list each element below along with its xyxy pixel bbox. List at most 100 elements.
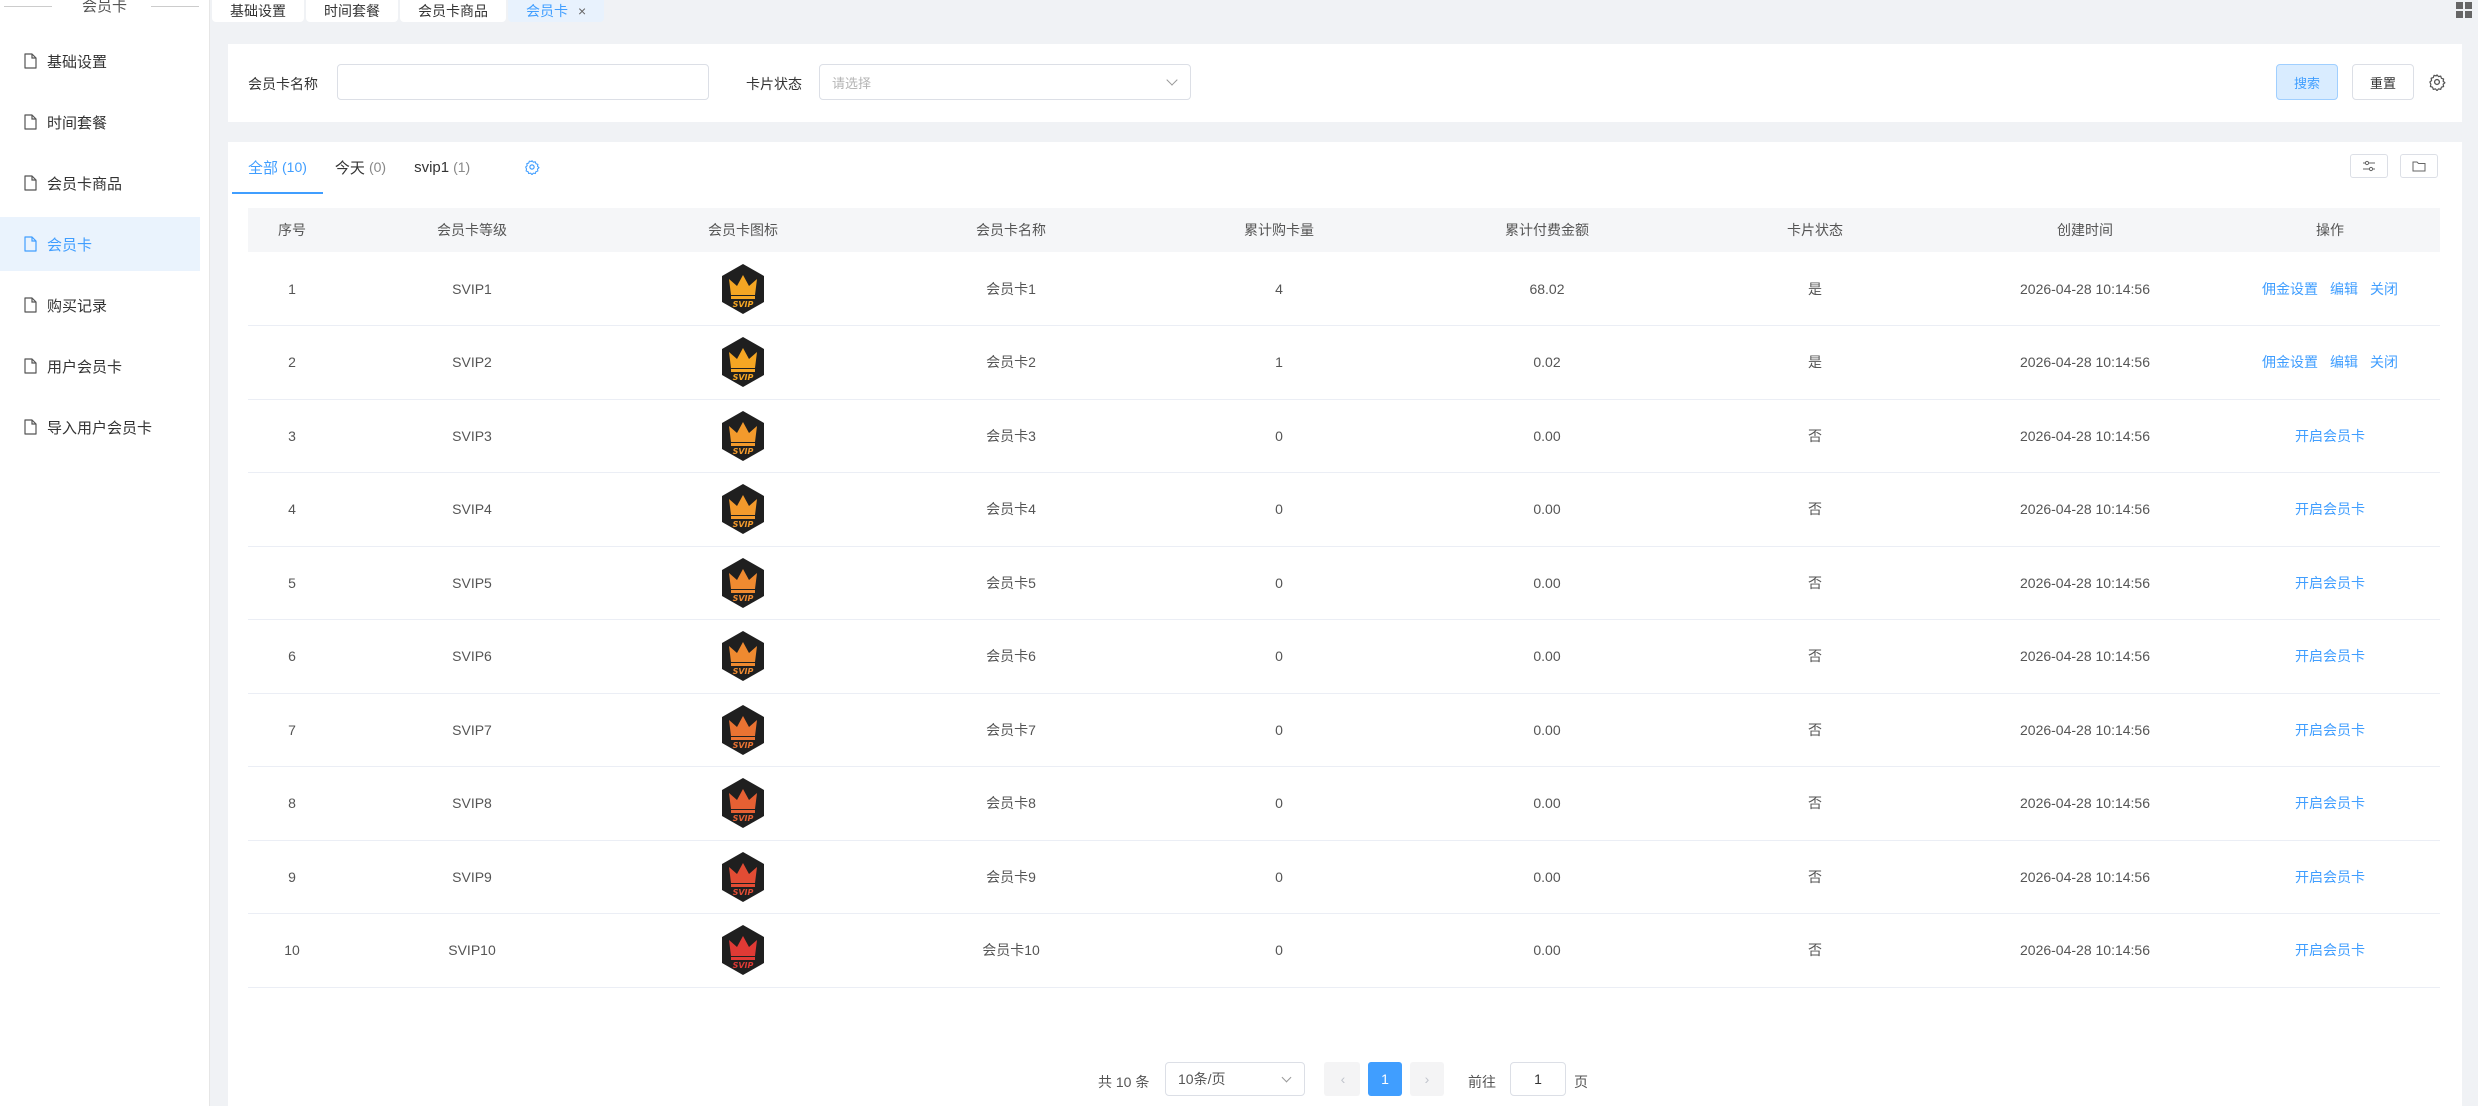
sidebar-item[interactable]: 会员卡商品	[0, 156, 200, 210]
table-row: 10 SVIP10 SVIP 会员卡10 0 0.00 否 2026-04-28 10:14:…	[248, 914, 2440, 987]
svip-crown-icon: SVIP	[718, 631, 768, 682]
svg-text:SVIP: SVIP	[733, 300, 754, 309]
cell-name: 会员卡5	[986, 574, 1036, 591]
document-icon	[24, 358, 37, 374]
column-settings-button[interactable]	[2350, 154, 2388, 178]
filter-tab[interactable]: svip1 (1)	[414, 142, 470, 192]
table-row: 6 SVIP6 SVIP 会员卡6 0 0.00 否 2026-04-28 10:14:56 开…	[248, 620, 2440, 694]
action-link[interactable]: 佣金设置	[2262, 354, 2318, 370]
cell-status: 否	[1808, 942, 1822, 959]
sidebar-item-label: 时间套餐	[47, 114, 108, 132]
filter-tab[interactable]: 全部 (10)	[232, 142, 323, 194]
column-header: 会员卡名称	[976, 222, 1046, 238]
column-header: 累计购卡量	[1244, 222, 1314, 238]
filter-tab-label: 今天	[334, 159, 365, 177]
action-link[interactable]: 开启会员卡	[2295, 428, 2365, 444]
cell-actions: 开启会员卡	[2220, 620, 2440, 694]
grid-icon[interactable]	[2456, 2, 2472, 18]
tab-label: 会员卡	[526, 3, 568, 19]
action-link[interactable]: 编辑	[2330, 281, 2358, 297]
sidebar-item[interactable]: 时间套餐	[0, 95, 200, 149]
cell-amount: 0.00	[1533, 721, 1561, 738]
action-link[interactable]: 开启会员卡	[2295, 575, 2365, 591]
sidebar-item-label: 购买记录	[47, 297, 108, 315]
tab[interactable]: 会员卡商品	[400, 0, 506, 22]
cell-index: 5	[288, 574, 296, 591]
next-page-button[interactable]: ›	[1410, 1062, 1444, 1096]
reset-button[interactable]: 重置	[2352, 64, 2414, 100]
gear-icon[interactable]	[2428, 73, 2446, 91]
action-link[interactable]: 关闭	[2370, 281, 2398, 297]
cell-status: 否	[1808, 501, 1822, 518]
svip-crown-icon: SVIP	[718, 778, 768, 829]
cell-actions: 开启会员卡	[2220, 399, 2440, 473]
cell-amount: 0.00	[1533, 868, 1561, 885]
search-button[interactable]: 搜索	[2276, 64, 2338, 100]
sidebar-item-label: 用户会员卡	[47, 358, 123, 376]
cell-amount: 0.00	[1533, 795, 1561, 812]
filter-settings-gear-icon[interactable]	[524, 159, 540, 175]
pagination-total: 共 10 条	[1098, 1074, 1150, 1090]
cell-level: SVIP2	[452, 354, 492, 371]
action-link[interactable]: 开启会员卡	[2295, 722, 2365, 738]
table-panel: 全部 (10) 今天 (0) svip1 (1) 序号 会员卡等级 会员卡图标 会员卡名称 累计购…	[228, 142, 2462, 1106]
export-button[interactable]	[2400, 154, 2438, 178]
cell-level: SVIP4	[452, 501, 492, 518]
sidebar-item-label: 会员卡	[47, 236, 93, 254]
cell-index: 8	[288, 795, 296, 812]
cell-status: 否	[1808, 721, 1822, 738]
action-link[interactable]: 开启会员卡	[2295, 501, 2365, 517]
cell-name: 会员卡7	[986, 721, 1036, 738]
cell-index: 1	[288, 280, 296, 297]
action-link[interactable]: 开启会员卡	[2295, 942, 2365, 958]
action-link[interactable]: 开启会员卡	[2295, 648, 2365, 664]
chevron-down-icon	[1166, 74, 1178, 86]
svg-text:SVIP: SVIP	[733, 888, 754, 897]
goto-page-input[interactable]	[1510, 1062, 1566, 1096]
cell-status: 否	[1808, 868, 1822, 885]
cell-index: 9	[288, 868, 296, 885]
page-number-current[interactable]: 1	[1368, 1062, 1402, 1096]
sidebar-item[interactable]: 购买记录	[0, 278, 200, 332]
cell-count: 0	[1275, 868, 1283, 885]
svip-crown-icon: SVIP	[718, 484, 768, 535]
tab[interactable]: 基础设置	[212, 0, 304, 22]
card-status-select[interactable]: 请选择	[819, 64, 1191, 100]
action-link[interactable]: 关闭	[2370, 354, 2398, 370]
chevron-down-icon	[1281, 1072, 1292, 1083]
cell-created: 2026-04-28 10:14:56	[2020, 868, 2150, 885]
cell-amount: 0.00	[1533, 574, 1561, 591]
cell-name: 会员卡3	[986, 427, 1036, 444]
cell-index: 3	[288, 427, 296, 444]
action-link[interactable]: 佣金设置	[2262, 281, 2318, 297]
close-icon[interactable]: ×	[578, 3, 586, 19]
filter-tab-count: (1)	[453, 159, 471, 175]
sidebar-item[interactable]: 导入用户会员卡	[0, 400, 200, 454]
action-link[interactable]: 开启会员卡	[2295, 795, 2365, 811]
page-size-select[interactable]: 10条/页	[1165, 1062, 1305, 1096]
sidebar-item[interactable]: 用户会员卡	[0, 339, 200, 393]
card-name-input[interactable]	[337, 64, 709, 100]
sidebar-item[interactable]: 会员卡	[0, 217, 200, 271]
cell-level: SVIP9	[452, 868, 492, 885]
tab-label: 基础设置	[230, 3, 286, 19]
card-icon-cell: SVIP	[608, 399, 878, 473]
action-link[interactable]: 编辑	[2330, 354, 2358, 370]
tab[interactable]: 时间套餐	[306, 0, 398, 22]
tab[interactable]: 会员卡 ×	[508, 0, 605, 22]
document-icon	[24, 236, 37, 252]
sidebar-item[interactable]: 基础设置	[0, 34, 200, 88]
cell-count: 0	[1275, 721, 1283, 738]
cell-name: 会员卡8	[986, 795, 1036, 812]
cell-created: 2026-04-28 10:14:56	[2020, 354, 2150, 371]
svip-crown-icon: SVIP	[718, 410, 768, 461]
table-row: 5 SVIP5 SVIP 会员卡5 0 0.00 否 2026-04-28 10:14:56 开…	[248, 546, 2440, 620]
filter-tab[interactable]: 今天 (0)	[335, 142, 386, 192]
tab-label: 时间套餐	[324, 3, 380, 19]
cell-status: 否	[1808, 574, 1822, 591]
prev-page-button[interactable]: ‹	[1326, 1062, 1360, 1096]
column-header: 创建时间	[2057, 222, 2113, 238]
action-link[interactable]: 开启会员卡	[2295, 869, 2365, 885]
cell-level: SVIP3	[452, 427, 492, 444]
cell-actions: 开启会员卡	[2220, 767, 2440, 841]
